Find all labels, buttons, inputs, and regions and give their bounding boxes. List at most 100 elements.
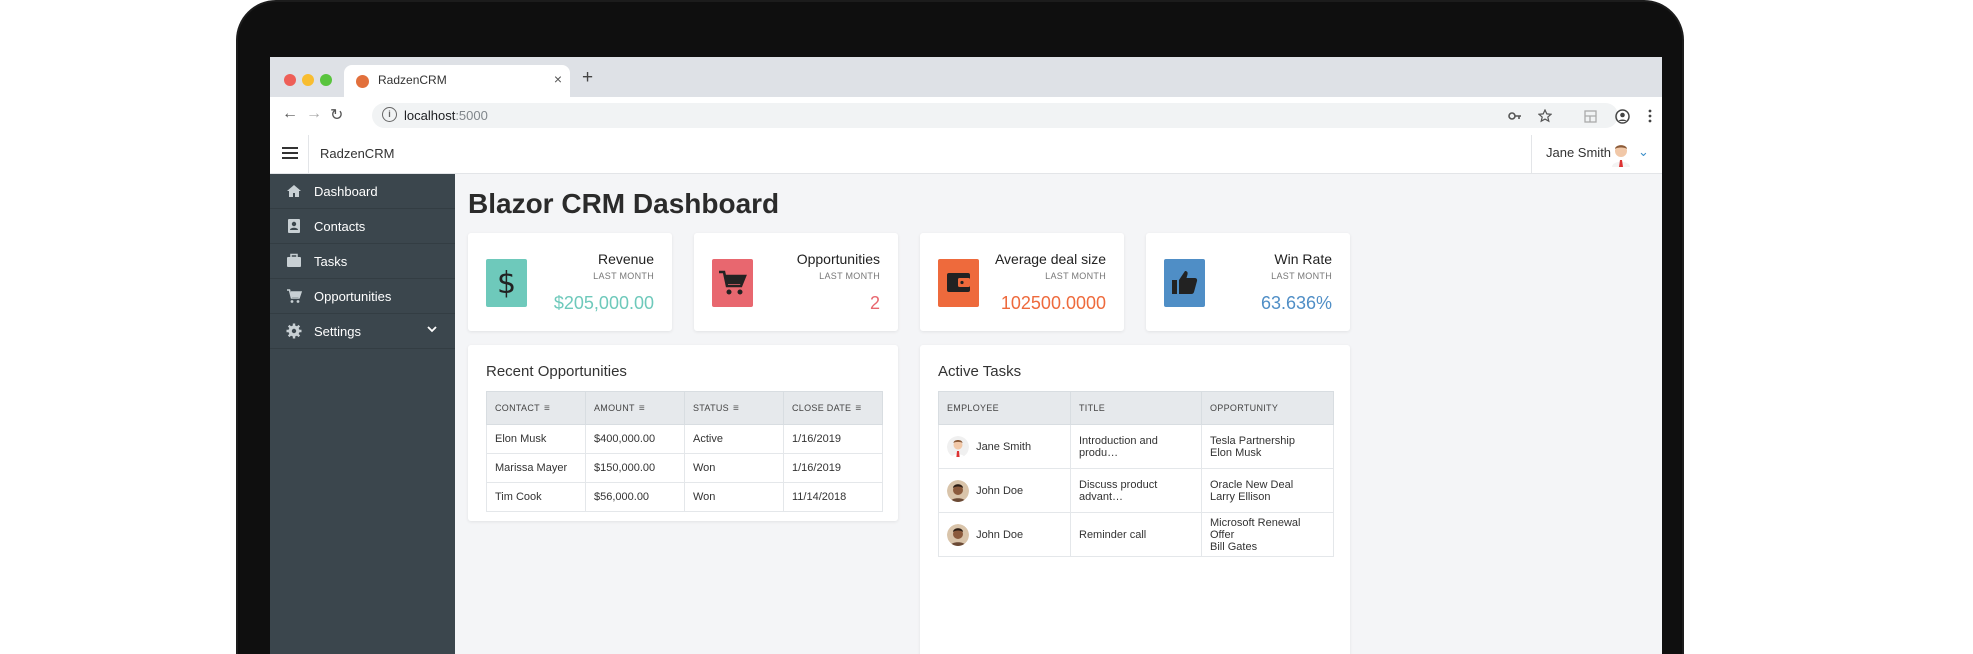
- chevron-down-icon[interactable]: ⌄: [1638, 144, 1649, 160]
- table-cell: $400,000.00: [585, 424, 685, 454]
- column-header-amount[interactable]: AMOUNT ≡: [585, 391, 685, 425]
- app-brand: RadzenCRM: [320, 146, 395, 161]
- browser-tab-bar: RadzenCRM × +: [270, 57, 1662, 97]
- stat-value: $205,000.00: [553, 293, 654, 313]
- table-row[interactable]: Elon Musk $400,000.00 Active 1/16/2019: [486, 424, 883, 454]
- radzen-favicon-icon: [356, 75, 369, 88]
- table-cell: $150,000.00: [585, 453, 685, 483]
- table-header-row: EMPLOYEE TITLE OPPORTUNITY: [938, 391, 1334, 425]
- stat-title: Opportunities: [796, 251, 880, 267]
- contacts-icon: [288, 219, 300, 233]
- close-window-button[interactable]: [284, 74, 296, 86]
- opportunity-cell: Oracle New Deal Larry Ellison: [1201, 468, 1334, 513]
- sidebar-item-dashboard[interactable]: Dashboard: [270, 174, 455, 209]
- sidebar-item-contacts[interactable]: Contacts: [270, 209, 455, 244]
- section-title: Active Tasks: [938, 363, 1022, 380]
- stat-card-average-deal: Average deal size LAST MONTH 102500.0000: [920, 233, 1124, 331]
- browser-toolbar: ← → ↻ i localhost:5000: [270, 97, 1662, 136]
- table-cell: Tim Cook: [486, 482, 586, 512]
- thumbs-up-icon: [1164, 259, 1205, 307]
- table-row[interactable]: John Doe Discuss product advant… Oracle …: [938, 468, 1334, 513]
- tab-title: RadzenCRM: [378, 73, 447, 87]
- employee-cell: John Doe: [938, 512, 1071, 557]
- stat-title: Win Rate: [1274, 251, 1332, 267]
- task-title-cell: Reminder call: [1070, 512, 1202, 557]
- sort-icon[interactable]: ≡: [855, 403, 861, 414]
- profile-icon[interactable]: [1615, 109, 1630, 124]
- minimize-window-button[interactable]: [302, 74, 314, 86]
- employee-cell: Jane Smith: [938, 424, 1071, 469]
- cart-icon: [287, 289, 302, 303]
- browser-tab[interactable]: RadzenCRM ×: [344, 65, 570, 97]
- more-menu-icon[interactable]: [1648, 109, 1652, 123]
- sort-icon[interactable]: ≡: [733, 403, 739, 414]
- task-title-cell: Discuss product advant…: [1070, 468, 1202, 513]
- avatar: [947, 523, 969, 546]
- column-header-title[interactable]: TITLE: [1070, 391, 1202, 425]
- site-info-icon[interactable]: i: [382, 107, 397, 122]
- sort-icon[interactable]: ≡: [544, 403, 550, 414]
- star-icon[interactable]: [1537, 108, 1553, 123]
- column-header-close-date[interactable]: CLOSE DATE ≡: [783, 391, 883, 425]
- stat-title: Revenue: [597, 251, 654, 267]
- reload-icon[interactable]: ↻: [330, 105, 343, 125]
- stat-subtitle: LAST MONTH: [1045, 271, 1106, 281]
- header-divider: [308, 135, 309, 173]
- column-header-status[interactable]: STATUS ≡: [684, 391, 784, 425]
- svg-text:$: $: [497, 266, 516, 301]
- active-tasks-card: Active Tasks EMPLOYEE TITLE OPPORTUNITY …: [920, 345, 1350, 654]
- browser-screen: RadzenCRM × + ← → ↻ i localhost:5000 Rad…: [270, 57, 1662, 654]
- page-title: Blazor CRM Dashboard: [468, 188, 780, 219]
- tab-close-icon[interactable]: ×: [554, 71, 562, 87]
- opportunity-cell: Microsoft Renewal Offer Bill Gates: [1201, 512, 1334, 557]
- stat-subtitle: LAST MONTH: [819, 271, 880, 281]
- forward-icon[interactable]: →: [306, 105, 322, 123]
- user-avatar: [1612, 145, 1630, 167]
- hamburger-menu-icon[interactable]: [282, 147, 298, 162]
- table-cell: Won: [684, 482, 784, 512]
- sidebar-item-tasks[interactable]: Tasks: [270, 244, 455, 279]
- chevron-down-icon[interactable]: [426, 323, 438, 335]
- new-tab-button[interactable]: +: [582, 67, 593, 89]
- stat-value: 102500.0000: [1000, 293, 1106, 313]
- sort-icon[interactable]: ≡: [639, 403, 645, 414]
- address-bar[interactable]: i localhost:5000: [372, 103, 1618, 128]
- extension-icon[interactable]: [1584, 110, 1597, 123]
- column-header-contact[interactable]: CONTACT ≡: [486, 391, 586, 425]
- home-icon: [287, 185, 301, 197]
- sidebar-item-settings[interactable]: Settings: [270, 314, 455, 349]
- user-menu[interactable]: Jane Smith ⌄: [1531, 135, 1662, 173]
- user-name: Jane Smith: [1546, 145, 1612, 160]
- stat-subtitle: LAST MONTH: [1271, 271, 1332, 281]
- sidebar-item-label: Settings: [314, 324, 361, 339]
- briefcase-icon: [287, 253, 301, 267]
- table-row[interactable]: Tim Cook $56,000.00 Won 11/14/2018: [486, 482, 883, 512]
- table-row[interactable]: John Doe Reminder call Microsoft Renewal…: [938, 512, 1334, 557]
- table-row[interactable]: Jane Smith Introduction and produ… Tesla…: [938, 424, 1334, 469]
- table-row[interactable]: Marissa Mayer $150,000.00 Won 1/16/2019: [486, 453, 883, 483]
- employee-name: Jane Smith: [976, 440, 1032, 453]
- section-title: Recent Opportunities: [486, 363, 627, 380]
- stat-title: Average deal size: [994, 251, 1106, 267]
- opportunities-table: CONTACT ≡ AMOUNT ≡ STATUS ≡ CLOSE DATE ≡ Elo…: [486, 391, 883, 512]
- gear-icon: [286, 323, 302, 339]
- app-header: RadzenCRM Jane Smith ⌄: [270, 135, 1662, 174]
- back-icon[interactable]: ←: [282, 105, 298, 123]
- table-cell: 1/16/2019: [783, 424, 883, 454]
- employee-cell: John Doe: [938, 468, 1071, 513]
- sidebar: Dashboard Contacts Tasks Opportunities S…: [270, 174, 455, 654]
- avatar: [947, 479, 969, 502]
- column-header-opportunity[interactable]: OPPORTUNITY: [1201, 391, 1334, 425]
- maximize-window-button[interactable]: [320, 74, 332, 86]
- table-cell: Elon Musk: [486, 424, 586, 454]
- stat-value: 63.636%: [1260, 293, 1332, 313]
- cart-icon: [712, 259, 753, 307]
- table-cell: 1/16/2019: [783, 453, 883, 483]
- window-controls: [284, 73, 338, 91]
- stat-value: 2: [869, 293, 880, 313]
- sidebar-item-opportunities[interactable]: Opportunities: [270, 279, 455, 314]
- key-icon[interactable]: [1508, 109, 1522, 123]
- tasks-table: EMPLOYEE TITLE OPPORTUNITY Jane Smith In…: [938, 391, 1334, 557]
- url-text: localhost:5000: [404, 108, 488, 123]
- column-header-employee[interactable]: EMPLOYEE: [938, 391, 1071, 425]
